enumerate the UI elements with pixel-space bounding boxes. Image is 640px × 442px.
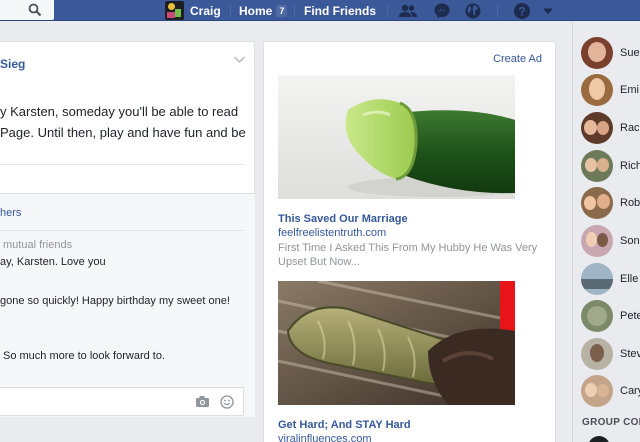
comment-text: gone so quickly! Happy birthday my sweet… xyxy=(0,295,230,307)
avatar xyxy=(581,112,613,144)
user-avatar xyxy=(165,1,184,20)
ad-image[interactable] xyxy=(278,75,515,199)
post-author-link[interactable]: Sieg xyxy=(0,57,25,71)
chat-contact[interactable]: Rac xyxy=(581,110,640,146)
notifications-button[interactable] xyxy=(463,1,483,20)
camera-icon[interactable] xyxy=(195,395,210,408)
divider xyxy=(0,164,244,165)
create-ad-link[interactable]: Create Ad xyxy=(493,53,542,65)
group-conversation-avatar[interactable] xyxy=(588,436,610,442)
nav-divider xyxy=(294,4,295,17)
reactions-others-link[interactable]: hers xyxy=(0,207,21,219)
search-button[interactable] xyxy=(0,0,54,20)
avatar xyxy=(581,338,613,370)
contact-name: Rac xyxy=(620,122,640,134)
chat-contact[interactable]: Cary xyxy=(581,373,640,409)
avatar xyxy=(581,37,613,69)
comments-section: hers mutual friends ay, Karsten. Love yo… xyxy=(0,193,255,417)
avatar xyxy=(581,300,613,332)
top-navigation-bar: Craig Home 7 Find Friends ? xyxy=(0,0,640,21)
post-body: y Karsten, someday you'll be able to rea… xyxy=(0,101,246,143)
contact-name: Stev xyxy=(620,348,640,360)
feed-post: Sieg y Karsten, someday you'll be able t… xyxy=(0,41,255,417)
contact-name: Son xyxy=(620,235,640,247)
profile-name: Craig xyxy=(190,3,221,18)
ad-image[interactable] xyxy=(278,281,515,405)
avatar xyxy=(581,375,613,407)
caret-down-icon xyxy=(543,8,553,14)
avatar xyxy=(581,225,613,257)
notifications-globe-icon xyxy=(465,3,481,18)
chat-contact[interactable]: Son xyxy=(581,223,640,259)
svg-text:?: ? xyxy=(518,4,525,18)
home-count-badge: 7 xyxy=(276,4,288,17)
contact-name: Cary xyxy=(620,385,640,397)
chat-contact[interactable]: Pete xyxy=(581,298,640,334)
chat-contact[interactable]: Sue xyxy=(581,35,640,71)
ad-url-link[interactable]: feelfreelistentruth.com xyxy=(278,227,386,239)
contact-name: Rich xyxy=(620,160,640,172)
messages-button[interactable] xyxy=(432,1,452,20)
nav-divider xyxy=(387,4,388,17)
find-friends-link[interactable]: Find Friends xyxy=(304,0,376,21)
write-comment-input[interactable] xyxy=(0,387,244,416)
search-icon xyxy=(28,3,42,17)
ad-title-link[interactable]: Get Hard; And STAY Hard xyxy=(278,419,411,431)
find-friends-label: Find Friends xyxy=(304,3,376,18)
chevron-down-icon[interactable] xyxy=(233,55,246,64)
chat-contact[interactable]: Rob xyxy=(581,185,640,221)
contact-name: Sue xyxy=(620,47,640,59)
emoji-icon[interactable] xyxy=(220,395,234,409)
comment-text: ay, Karsten. Love you xyxy=(0,256,106,268)
contact-name: Elle xyxy=(620,273,639,285)
avatar xyxy=(581,74,613,106)
avatar xyxy=(581,150,613,182)
cucumber-image xyxy=(278,75,515,199)
nav-divider xyxy=(230,4,231,17)
divider xyxy=(0,230,244,231)
contact-name: Pete xyxy=(620,310,640,322)
mutual-friends-label: mutual friends xyxy=(3,239,73,251)
friend-requests-button[interactable] xyxy=(398,1,418,20)
chat-contact[interactable]: Stev xyxy=(581,336,640,372)
help-icon: ? xyxy=(514,2,530,19)
profile-link[interactable]: Craig xyxy=(165,0,221,21)
contact-name: Rob xyxy=(620,197,640,209)
ad-product-image xyxy=(278,281,515,405)
avatar xyxy=(581,187,613,219)
help-button[interactable]: ? xyxy=(512,1,532,20)
home-label: Home xyxy=(239,3,273,18)
home-link[interactable]: Home 7 xyxy=(239,0,288,21)
chat-contact[interactable]: Rich xyxy=(581,148,640,184)
sidebar-divider xyxy=(572,21,573,442)
ad-url-link[interactable]: viralinfluences.com xyxy=(278,433,372,442)
contact-name: Emi xyxy=(620,84,639,96)
chat-contact[interactable]: Emi xyxy=(581,72,640,108)
account-menu-button[interactable] xyxy=(538,1,558,20)
sponsored-ads-column: Create Ad This Saved Our Marriage feelfr… xyxy=(263,41,556,442)
nav-divider xyxy=(497,4,498,17)
chat-contact[interactable]: Elle xyxy=(581,261,640,297)
friend-requests-icon xyxy=(399,4,417,17)
group-conversations-heading: GROUP CON xyxy=(582,417,640,428)
ad-title-link[interactable]: This Saved Our Marriage xyxy=(278,213,408,225)
messenger-icon xyxy=(434,3,450,18)
post-text-line: Page. Until then, play and have fun and … xyxy=(0,125,246,140)
post-text-line: y Karsten, someday you'll be able to rea… xyxy=(0,104,239,119)
ad-description: First Time I Asked This From My Hubby He… xyxy=(278,242,538,268)
comment-text: So much more to look forward to. xyxy=(3,350,166,362)
avatar xyxy=(581,263,613,295)
